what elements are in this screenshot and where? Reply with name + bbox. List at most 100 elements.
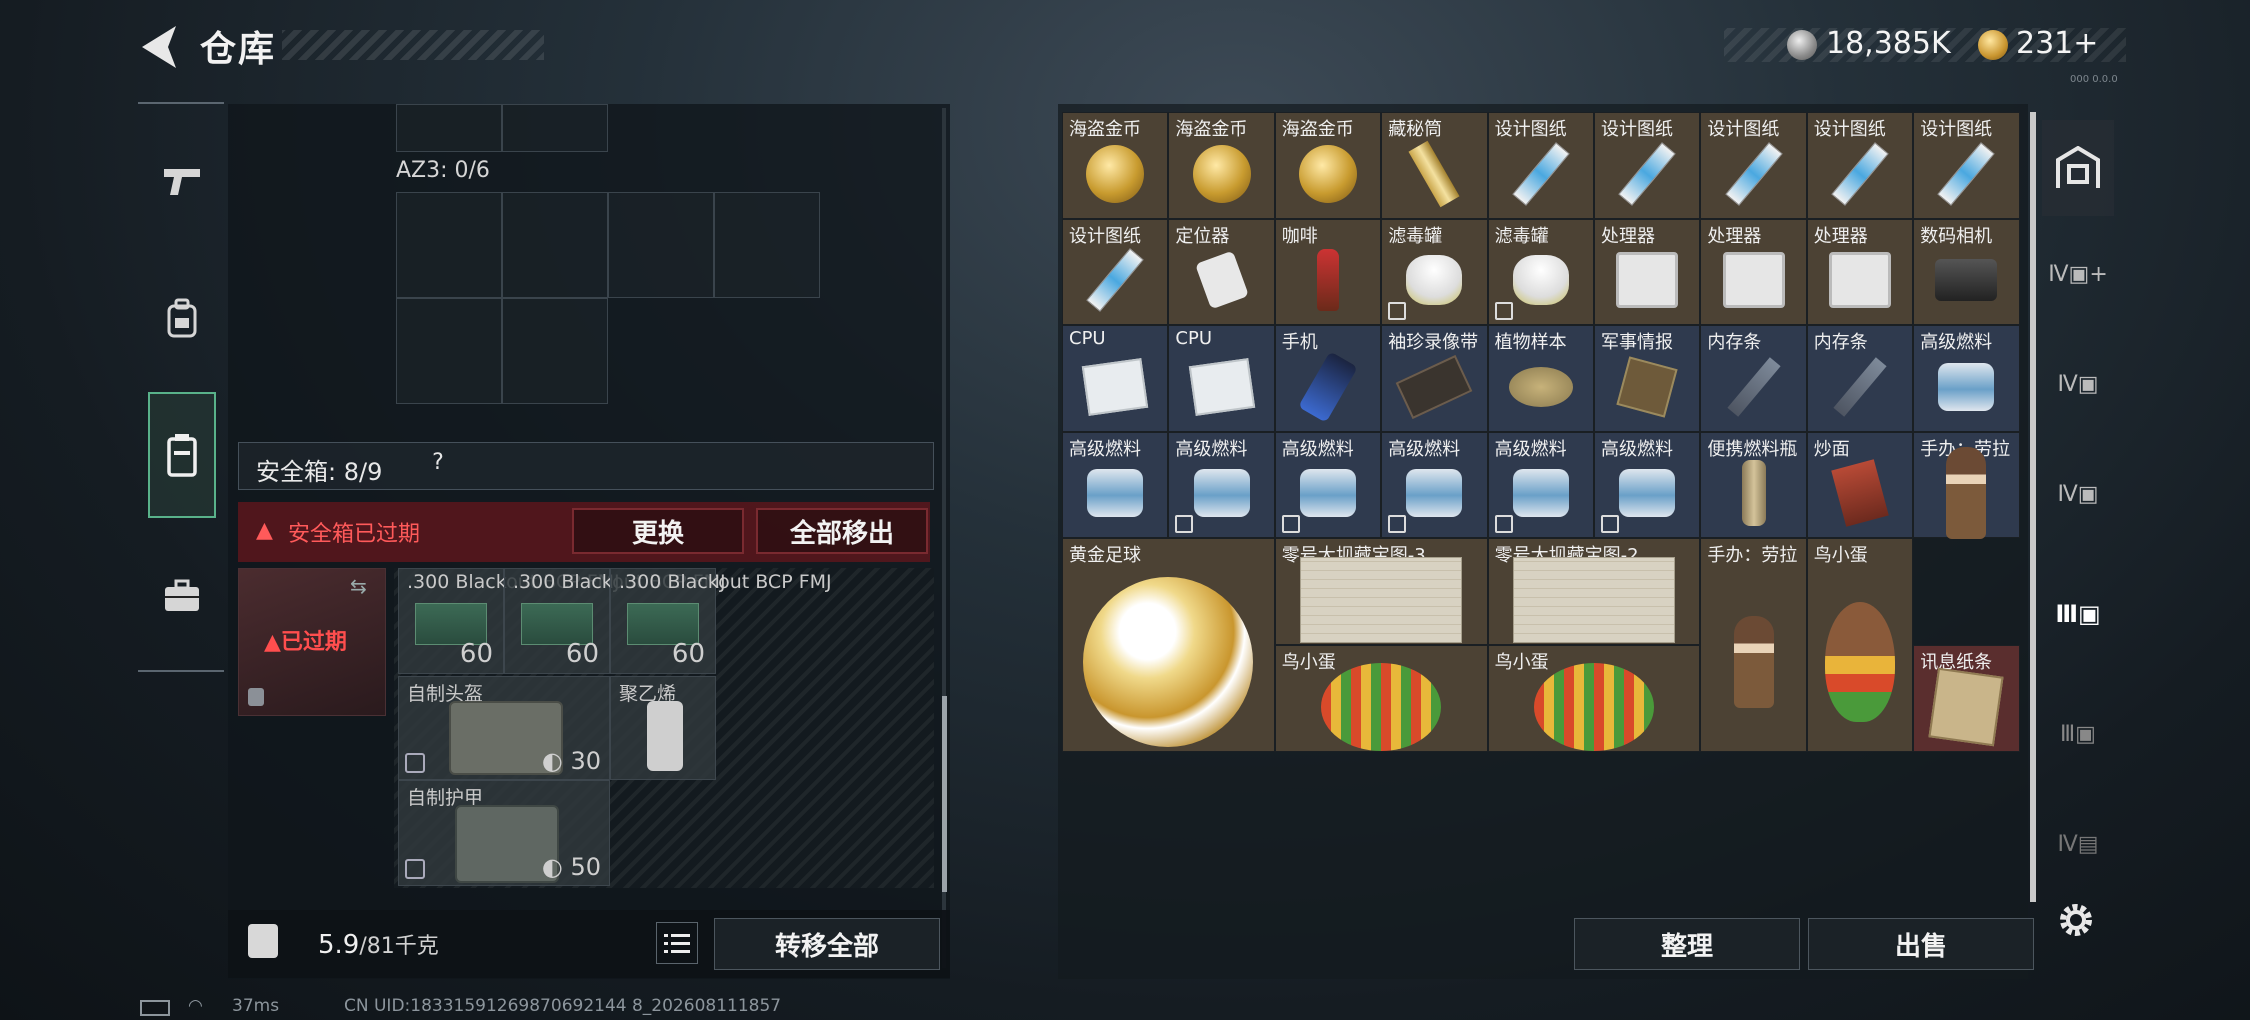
stash-item[interactable]: 咖啡 <box>1274 218 1382 326</box>
stash-item[interactable]: 手机 <box>1274 325 1382 432</box>
stash-item[interactable]: 海盗金币 <box>1274 112 1382 219</box>
stash-item[interactable]: 手办：劳拉 <box>1700 538 1807 752</box>
transfer-all-button[interactable]: 转移全部 <box>714 918 940 970</box>
ping-text: 37ms <box>232 996 280 1016</box>
grid-slot[interactable] <box>396 298 502 404</box>
stash-page-icon: Ⅳ▣ <box>2057 481 2099 507</box>
stash-item[interactable]: 海盗金币 <box>1062 112 1169 219</box>
stash-item-name: 袖珍录像带 <box>1388 332 1479 354</box>
nav-safe-box[interactable] <box>148 392 216 518</box>
stash-item[interactable]: 定位器 <box>1168 218 1275 326</box>
stash-item[interactable]: 讯息纸条 <box>1913 645 2020 752</box>
inventory-item[interactable]: .300 Blackout BCP FMJ 60 <box>504 568 726 674</box>
side-tab-iv-1[interactable]: Ⅳ▣ <box>2042 336 2114 432</box>
stash-item[interactable]: 鸟小蛋 <box>1806 538 1914 752</box>
stash-item-name: 定位器 <box>1175 225 1230 247</box>
stash-item[interactable]: 黄金足球 <box>1062 538 1275 752</box>
processor-icon <box>1828 252 1891 309</box>
help-icon[interactable]: ? <box>424 450 452 478</box>
left-scroll-thumb[interactable] <box>942 696 947 892</box>
nav-weapon[interactable] <box>148 140 216 220</box>
stash-item[interactable]: 设计图纸 <box>1700 112 1807 219</box>
stash-item[interactable]: 植物样本 <box>1487 325 1594 432</box>
stash-item-name: 设计图纸 <box>1069 225 1141 247</box>
stash-item[interactable]: 处理器 <box>1806 218 1914 326</box>
stash-item[interactable]: 设计图纸 <box>1806 112 1914 219</box>
sell-button[interactable]: 出售 <box>1808 918 2034 970</box>
grid-slot[interactable] <box>502 104 608 152</box>
version-text: 000 0.0.0 <box>2070 74 2118 85</box>
inventory-item[interactable]: 自制头盔 ◐ 30 <box>398 676 610 780</box>
stash-item[interactable]: 鸟小蛋 <box>1274 645 1488 752</box>
stash-item-name: 植物样本 <box>1494 332 1567 354</box>
grid-slot[interactable] <box>714 192 820 298</box>
stash-item[interactable]: 设计图纸 <box>1062 218 1169 326</box>
grid-slot[interactable] <box>502 298 608 404</box>
grid-slot[interactable] <box>396 192 502 298</box>
back-icon[interactable] <box>138 24 180 70</box>
stash-item[interactable]: 零号大坝藏宝图-3 <box>1274 538 1488 645</box>
stash-item[interactable]: 设计图纸 <box>1594 112 1701 219</box>
blueprint-icon <box>1831 141 1889 206</box>
no-trade-icon <box>1388 302 1407 321</box>
nav-backpack[interactable] <box>148 278 216 358</box>
inventory-item[interactable]: 自制护甲 ◐ 50 <box>398 780 610 886</box>
stash-item[interactable]: 藏秘筒 <box>1381 112 1488 219</box>
side-tab-all[interactable] <box>2042 120 2114 216</box>
side-tab-iii-active[interactable]: Ⅲ▣ <box>2042 566 2114 662</box>
expired-alert-text: 安全箱已过期 <box>288 522 421 547</box>
weight-max: /81千克 <box>359 934 439 959</box>
stash-item[interactable]: 手办：劳拉 <box>1913 431 2020 540</box>
grid-slot[interactable] <box>608 192 714 298</box>
gold-ball-icon <box>1083 576 1254 747</box>
gold-amount[interactable]: 231+ <box>2016 26 2098 61</box>
side-tab-iv-2[interactable]: Ⅳ▣ <box>2042 446 2114 542</box>
stash-item[interactable]: 高级燃料 <box>1274 431 1382 539</box>
side-tab-iv-add[interactable]: Ⅳ▣+ <box>2042 226 2114 322</box>
nav-briefcase[interactable] <box>148 556 216 636</box>
grid-slot[interactable] <box>396 104 502 152</box>
stash-item[interactable]: 高级燃料 <box>1487 431 1594 539</box>
stash-item[interactable]: 军事情报 <box>1594 325 1701 432</box>
stash-item[interactable]: 内存条 <box>1806 325 1914 432</box>
stash-item[interactable]: 高级燃料 <box>1381 431 1488 539</box>
home-vault-icon <box>2056 146 2100 188</box>
stash-item[interactable]: 滤毒罐 <box>1381 218 1488 326</box>
list-view-button[interactable] <box>656 922 698 964</box>
stash-item[interactable]: CPU <box>1168 325 1275 432</box>
stash-item[interactable]: 处理器 <box>1594 218 1701 326</box>
stash-item[interactable]: 零号大坝藏宝图-2 <box>1487 538 1701 645</box>
stash-item[interactable]: 高级燃料 <box>1594 431 1701 539</box>
right-scrollbar[interactable] <box>2030 112 2036 902</box>
stash-item[interactable]: 便携燃料瓶 <box>1700 431 1807 539</box>
inventory-item[interactable]: 聚乙烯 <box>610 676 716 780</box>
stash-item-name: 高级燃料 <box>1494 438 1567 460</box>
inventory-item[interactable]: .300 Blackout BCP FMJ 60 <box>610 568 832 674</box>
swap-icon[interactable]: ⇆ <box>350 574 367 598</box>
side-tab-iii-2[interactable]: Ⅲ▣ <box>2042 686 2114 782</box>
page-title: 仓库 <box>200 29 277 70</box>
stash-item[interactable]: 炒面 <box>1806 431 1914 539</box>
stash-item[interactable]: 鸟小蛋 <box>1487 645 1701 752</box>
stash-item[interactable]: 高级燃料 <box>1168 431 1275 539</box>
stash-item[interactable]: 设计图纸 <box>1913 112 2020 219</box>
stash-item[interactable]: 高级燃料 <box>1062 431 1169 539</box>
stash-item[interactable]: 海盗金币 <box>1168 112 1275 219</box>
stash-item[interactable]: 数码相机 <box>1913 218 2020 326</box>
settings-gear-icon[interactable] <box>2054 898 2098 942</box>
side-tab-iv-3[interactable]: Ⅳ▤ <box>2042 796 2114 892</box>
stash-item[interactable]: 袖珍录像带 <box>1381 325 1488 432</box>
sort-button[interactable]: 整理 <box>1574 918 1800 970</box>
stash-item[interactable]: 滤毒罐 <box>1487 218 1594 326</box>
stash-item[interactable]: 高级燃料 <box>1913 325 2020 432</box>
stash-item[interactable]: 处理器 <box>1700 218 1807 326</box>
stash-item-name: 海盗金币 <box>1175 119 1248 140</box>
stash-item[interactable]: 设计图纸 <box>1487 112 1594 219</box>
briefcase-icon <box>165 579 199 611</box>
inventory-item[interactable]: .300 Blackout BCP FMJ 60 <box>398 568 620 674</box>
stash-item[interactable]: 内存条 <box>1700 325 1807 432</box>
grid-slot[interactable] <box>502 192 608 298</box>
move-all-out-button[interactable]: 全部移出 <box>756 508 928 554</box>
replace-button[interactable]: 更换 <box>572 508 744 554</box>
stash-item[interactable]: CPU <box>1062 325 1169 432</box>
